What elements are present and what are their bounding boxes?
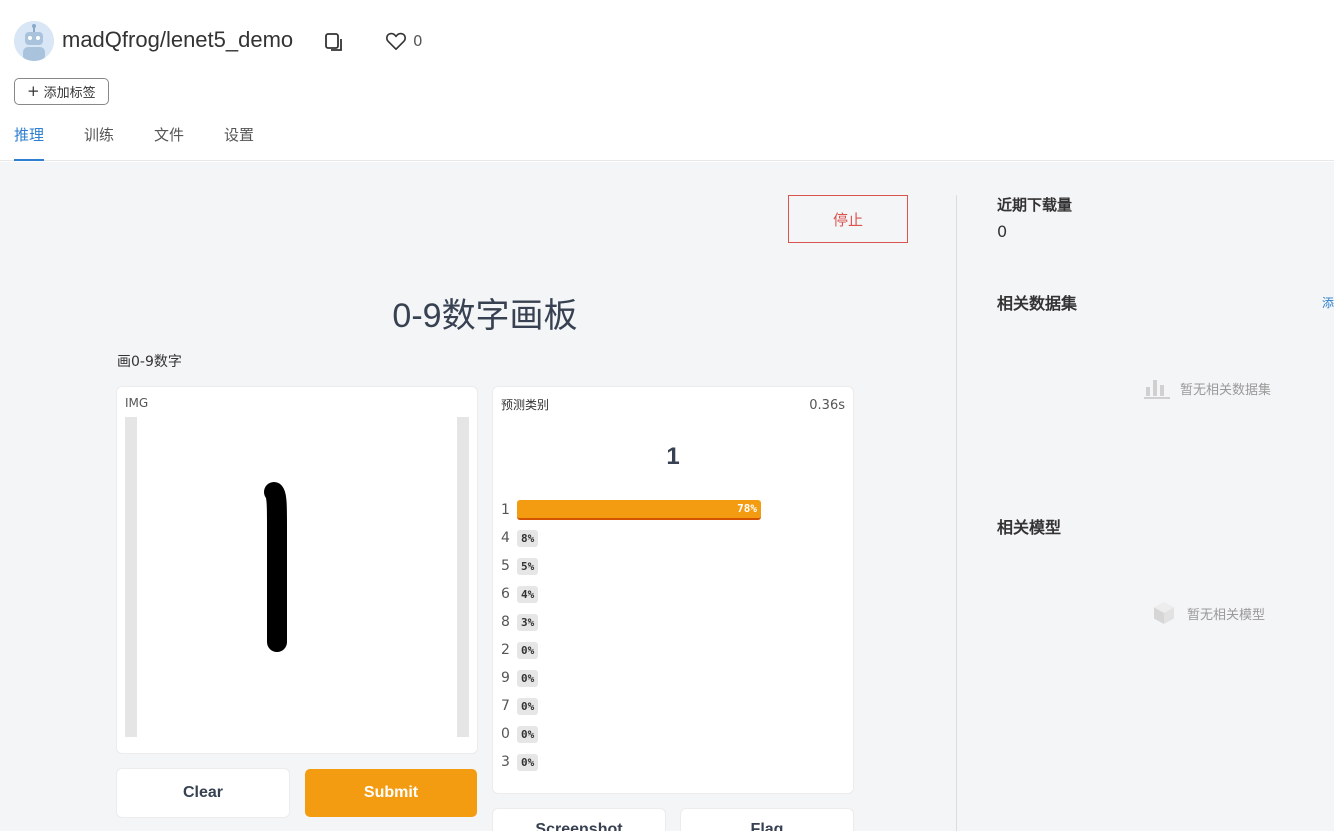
prediction-percent: 4% <box>517 585 539 603</box>
prediction-class-label: 1 <box>501 502 510 518</box>
prediction-row: 2 0% <box>501 636 761 664</box>
repo-owner[interactable]: madQfrog <box>62 27 160 52</box>
prediction-class-label: 6 <box>501 586 510 602</box>
prediction-bar: 4% <box>517 584 539 604</box>
screenshot-button[interactable]: Screenshot <box>493 809 665 831</box>
models-empty-text: 暂无相关模型 <box>1187 607 1266 623</box>
prediction-row: 9 0% <box>501 664 761 692</box>
prediction-label: 预测类别 <box>501 398 550 412</box>
add-tag-button[interactable]: + 添加标签 <box>14 78 109 105</box>
prediction-class-label: 5 <box>501 558 510 574</box>
submit-button[interactable]: Submit <box>305 769 477 817</box>
prediction-row: 1 78% <box>501 496 761 524</box>
app-description: 画0-9数字 <box>117 354 182 370</box>
prediction-percent: 0% <box>517 753 539 771</box>
predicted-class: 1 <box>666 443 680 470</box>
prediction-bar: 0% <box>517 640 539 660</box>
main-content: 停止 0-9数字画板 画0-9数字 IMG 预测类别 0.36s 1 1 78% 4… <box>0 162 1334 831</box>
tab-bar: 推理 训练 文件 设置 <box>14 124 294 161</box>
prediction-row: 3 0% <box>501 748 761 776</box>
clear-button[interactable]: Clear <box>117 769 289 817</box>
canvas-frame <box>125 417 469 737</box>
prediction-bar: 0% <box>517 752 539 772</box>
prediction-percent: 0% <box>517 725 539 743</box>
prediction-percent: 78% <box>737 502 757 515</box>
prediction-class-label: 2 <box>501 642 510 658</box>
stop-button[interactable]: 停止 <box>788 195 908 243</box>
prediction-percent: 5% <box>517 557 539 575</box>
repo-name[interactable]: lenet5_demo <box>166 27 293 52</box>
repo-title: madQfrog/lenet5_demo <box>62 27 293 53</box>
prediction-row: 0 0% <box>501 720 761 748</box>
models-empty: 暂无相关模型 <box>1151 600 1265 626</box>
datasets-empty: 暂无相关数据集 <box>1144 377 1271 399</box>
models-heading: 相关模型 <box>997 518 1062 537</box>
downloads-heading: 近期下载量 <box>997 196 1073 214</box>
downloads-value: 0 <box>997 222 1008 241</box>
prediction-bar: 78% <box>517 500 761 520</box>
tab-files[interactable]: 文件 <box>154 124 184 161</box>
image-input-card: IMG <box>117 387 477 753</box>
tab-training[interactable]: 训练 <box>84 124 114 161</box>
add-tag-label: 添加标签 <box>43 86 96 101</box>
heart-icon[interactable] <box>385 31 407 51</box>
app-title: 0-9数字画板 <box>392 297 578 335</box>
repo-header: madQfrog/lenet5_demo 0 + 添加标签 推理 训练 文件 设… <box>0 0 1334 161</box>
prediction-bar: 5% <box>517 556 539 576</box>
prediction-class-label: 0 <box>501 726 510 742</box>
prediction-class-label: 9 <box>501 670 510 686</box>
copy-icon[interactable] <box>323 31 345 53</box>
prediction-bar-fill <box>517 500 761 520</box>
prediction-time: 0.36s <box>809 398 845 413</box>
tab-settings[interactable]: 设置 <box>224 124 254 161</box>
avatar[interactable] <box>14 21 54 61</box>
tab-inference[interactable]: 推理 <box>14 124 45 161</box>
bar-chart-icon <box>1144 380 1170 399</box>
image-input-label: IMG <box>125 396 149 410</box>
prediction-class-label: 3 <box>501 754 510 770</box>
prediction-bar: 0% <box>517 668 539 688</box>
drawing-canvas[interactable] <box>137 417 457 737</box>
prediction-percent: 0% <box>517 669 539 687</box>
plus-icon: + <box>27 82 40 100</box>
prediction-class-label: 8 <box>501 614 510 630</box>
prediction-class-label: 4 <box>501 530 510 546</box>
flag-button[interactable]: Flag <box>681 809 853 831</box>
prediction-row: 8 3% <box>501 608 761 636</box>
datasets-empty-text: 暂无相关数据集 <box>1180 382 1272 398</box>
datasets-heading: 相关数据集 <box>997 294 1078 313</box>
prediction-percent: 3% <box>517 613 539 631</box>
prediction-row: 4 8% <box>501 524 761 552</box>
cube-icon <box>1154 602 1174 624</box>
prediction-class-label: 7 <box>501 698 510 714</box>
prediction-bar: 0% <box>517 724 539 744</box>
prediction-percent: 8% <box>517 529 539 547</box>
add-dataset-link[interactable]: 添 <box>1322 294 1334 311</box>
prediction-row: 5 5% <box>501 552 761 580</box>
prediction-bar: 0% <box>517 696 539 716</box>
prediction-row: 7 0% <box>501 692 761 720</box>
prediction-card: 预测类别 0.36s 1 1 78% 4 8% 5 5% 6 4% 8 3% 2 0% 9 0% 7 0% 0 0… <box>493 387 853 793</box>
prediction-row: 6 4% <box>501 580 761 608</box>
prediction-percent: 0% <box>517 697 539 715</box>
robot-avatar-icon <box>14 21 54 61</box>
like-count: 0 <box>413 32 423 50</box>
prediction-percent: 0% <box>517 641 539 659</box>
prediction-bar: 8% <box>517 528 539 548</box>
prediction-list: 1 78% 4 8% 5 5% 6 4% 8 3% 2 0% 9 0% 7 0% 0 0% 3 0% <box>501 496 761 776</box>
drawn-digit-stroke <box>264 482 287 652</box>
prediction-bar: 3% <box>517 612 539 632</box>
sidebar-divider <box>956 195 957 831</box>
